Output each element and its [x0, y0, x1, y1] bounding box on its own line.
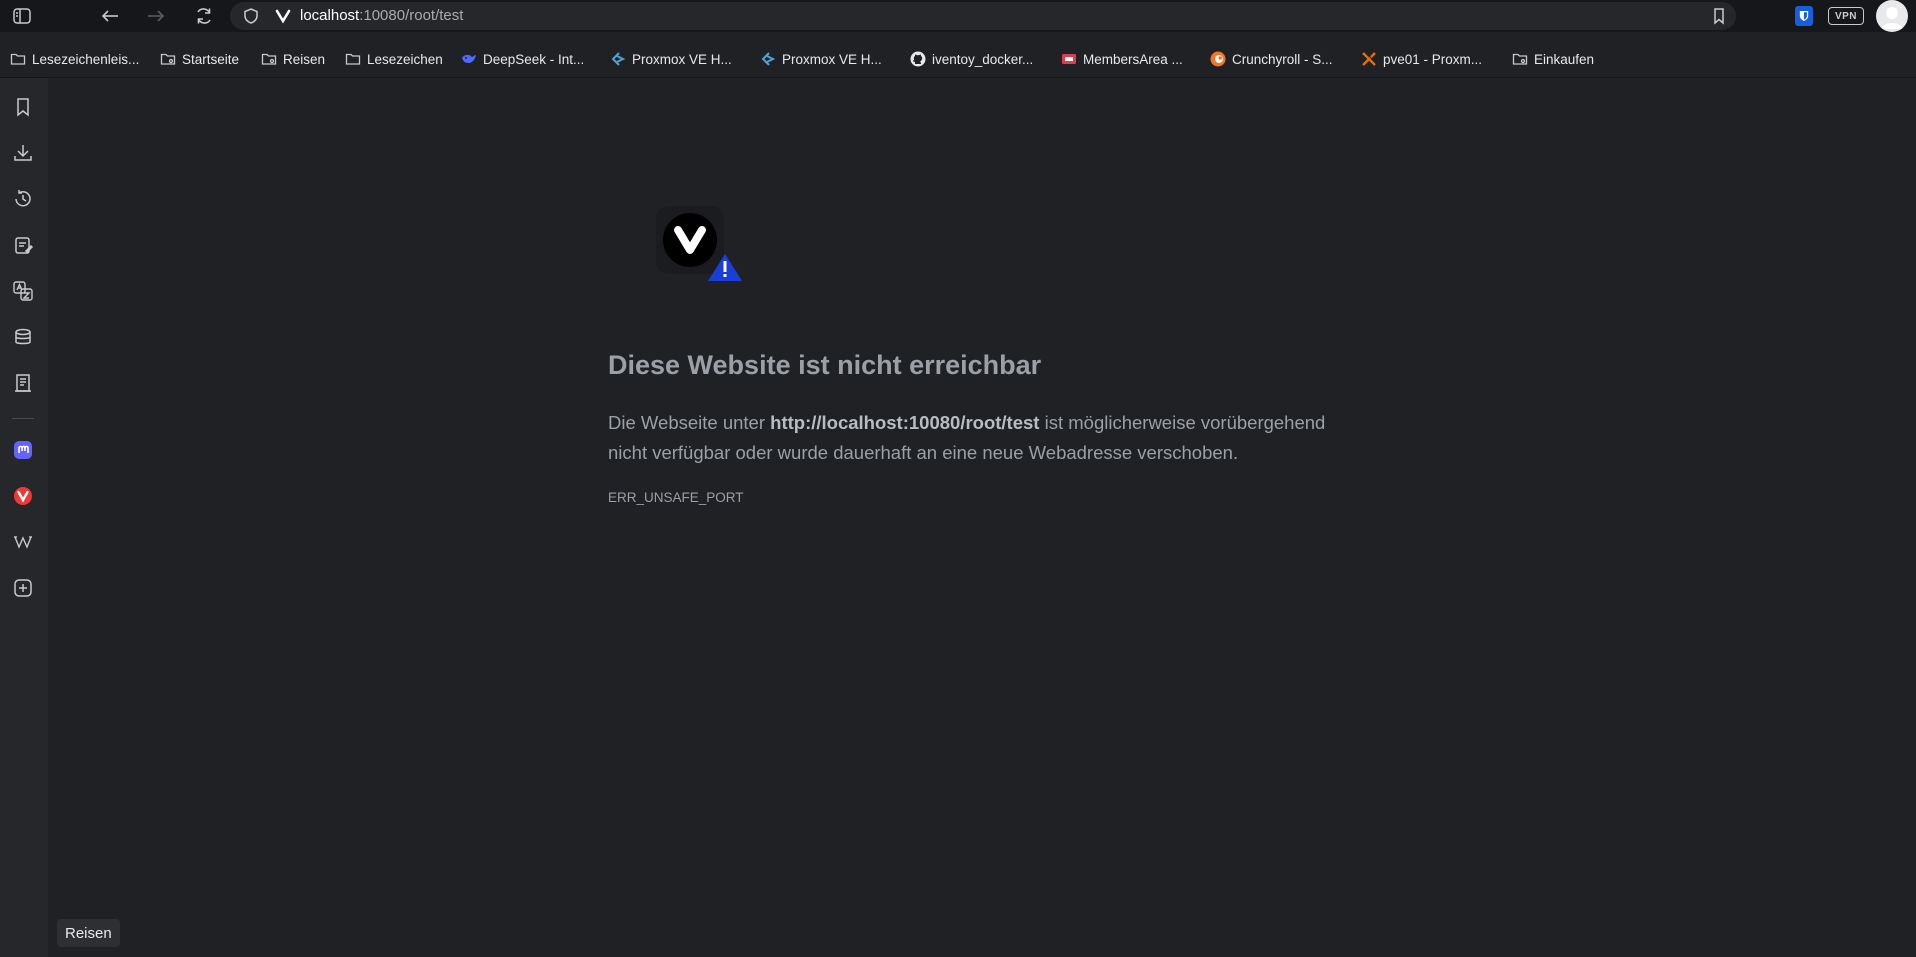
- folder-shared-icon: [261, 51, 277, 67]
- bookmark-label: Reisen: [283, 51, 326, 67]
- bookmark-item[interactable]: iventoy_docker...: [910, 49, 1033, 69]
- bookmark-label: pve01 - Proxm...: [1383, 51, 1483, 67]
- proxmox-icon: [760, 51, 776, 67]
- bookmark-item[interactable]: Proxmox VE H...: [610, 49, 732, 69]
- vivaldi-icon[interactable]: [10, 483, 36, 509]
- mastodon-icon[interactable]: [10, 437, 36, 463]
- folder-icon: [345, 51, 361, 67]
- shield-icon[interactable]: [242, 7, 260, 25]
- bookmark-label: iventoy_docker...: [932, 51, 1034, 67]
- error-description: Die Webseite unter http://localhost:1008…: [608, 408, 1368, 468]
- folder-shared-icon: [1512, 51, 1528, 67]
- proxmox-x-icon: [1361, 51, 1377, 67]
- vivaldi-site-icon: [275, 9, 291, 24]
- url-text[interactable]: localhost:10080/root/test: [300, 8, 463, 24]
- github-icon: [910, 51, 926, 67]
- proxmox-icon: [610, 51, 626, 67]
- profile-avatar[interactable]: [1876, 0, 1908, 32]
- panel-toggle-icon[interactable]: [6, 0, 38, 32]
- browser-toolbar: localhost:10080/root/test VPN: [0, 0, 1916, 32]
- bookmark-item[interactable]: Lesezeichenleis...: [10, 49, 139, 69]
- membersarea-icon: [1061, 51, 1077, 67]
- folder-icon: [10, 51, 26, 67]
- bookmark-label: Proxmox VE H...: [782, 51, 882, 67]
- bookmark-item[interactable]: DeepSeek - Int...: [461, 49, 584, 69]
- page-content: Diese Website ist nicht erreichbar Die W…: [48, 78, 1916, 957]
- bookmark-item[interactable]: MembersArea ...: [1061, 49, 1183, 69]
- bookmark-label: Einkaufen: [1534, 51, 1595, 67]
- add-panel-icon[interactable]: [10, 575, 36, 601]
- deepseek-icon: [461, 51, 477, 67]
- error-title: Diese Website ist nicht erreichbar: [608, 350, 1042, 380]
- wikipedia-icon[interactable]: [10, 529, 36, 555]
- notes-icon[interactable]: [10, 232, 36, 258]
- folder-shared-icon: [160, 51, 176, 67]
- bookmarks-bar: Lesezeichenleis... Startseite Reisen Les…: [0, 43, 1916, 77]
- bookmark-page-icon[interactable]: [1710, 7, 1728, 25]
- url-host: localhost: [300, 7, 360, 24]
- bookmark-label: Lesezeichen: [367, 51, 443, 67]
- bitwarden-extension-icon[interactable]: [1795, 6, 1813, 26]
- vivaldi-error-logo: [656, 206, 742, 281]
- bookmark-item[interactable]: Proxmox VE H...: [760, 49, 882, 69]
- bookmark-item[interactable]: Reisen: [261, 49, 325, 69]
- bookmark-item[interactable]: pve01 - Proxm...: [1361, 49, 1482, 69]
- back-icon[interactable]: [94, 0, 126, 32]
- bookmark-item[interactable]: Crunchyroll - S...: [1210, 49, 1333, 69]
- bookmark-label: Lesezeichenleis...: [32, 51, 140, 67]
- error-code: ERR_UNSAFE_PORT: [608, 490, 744, 505]
- error-url: http://localhost:10080/root/test: [770, 412, 1040, 433]
- bookmark-item[interactable]: Startseite: [160, 49, 239, 69]
- window-panel-icon[interactable]: [10, 370, 36, 396]
- crunchyroll-icon: [1210, 51, 1226, 67]
- bookmark-label: DeepSeek - Int...: [483, 51, 585, 67]
- bookmark-label: Crunchyroll - S...: [1232, 51, 1333, 67]
- downloads-icon[interactable]: [10, 140, 36, 166]
- bookmark-label: Proxmox VE H...: [632, 51, 732, 67]
- bookmark-label: Startseite: [182, 51, 240, 67]
- bookmark-item[interactable]: Einkaufen: [1512, 49, 1594, 69]
- address-bar[interactable]: localhost:10080/root/test: [230, 2, 1736, 30]
- history-icon[interactable]: [10, 186, 36, 212]
- forward-icon[interactable]: [140, 0, 172, 32]
- bookmarks-icon[interactable]: [10, 94, 36, 120]
- reading-list-icon[interactable]: [10, 324, 36, 350]
- side-panel: [0, 78, 48, 957]
- bookmark-label: MembersArea ...: [1083, 51, 1183, 67]
- url-path: :10080/root/test: [359, 7, 464, 24]
- bookmark-item[interactable]: Lesezeichen: [345, 49, 443, 69]
- sidebar-separator: [12, 418, 34, 419]
- vpn-button[interactable]: VPN: [1828, 7, 1864, 25]
- reload-icon[interactable]: [188, 0, 220, 32]
- link-hover-status: Reisen: [57, 919, 120, 947]
- translate-icon[interactable]: [10, 278, 36, 304]
- error-desc-prefix: Die Webseite unter: [608, 412, 771, 433]
